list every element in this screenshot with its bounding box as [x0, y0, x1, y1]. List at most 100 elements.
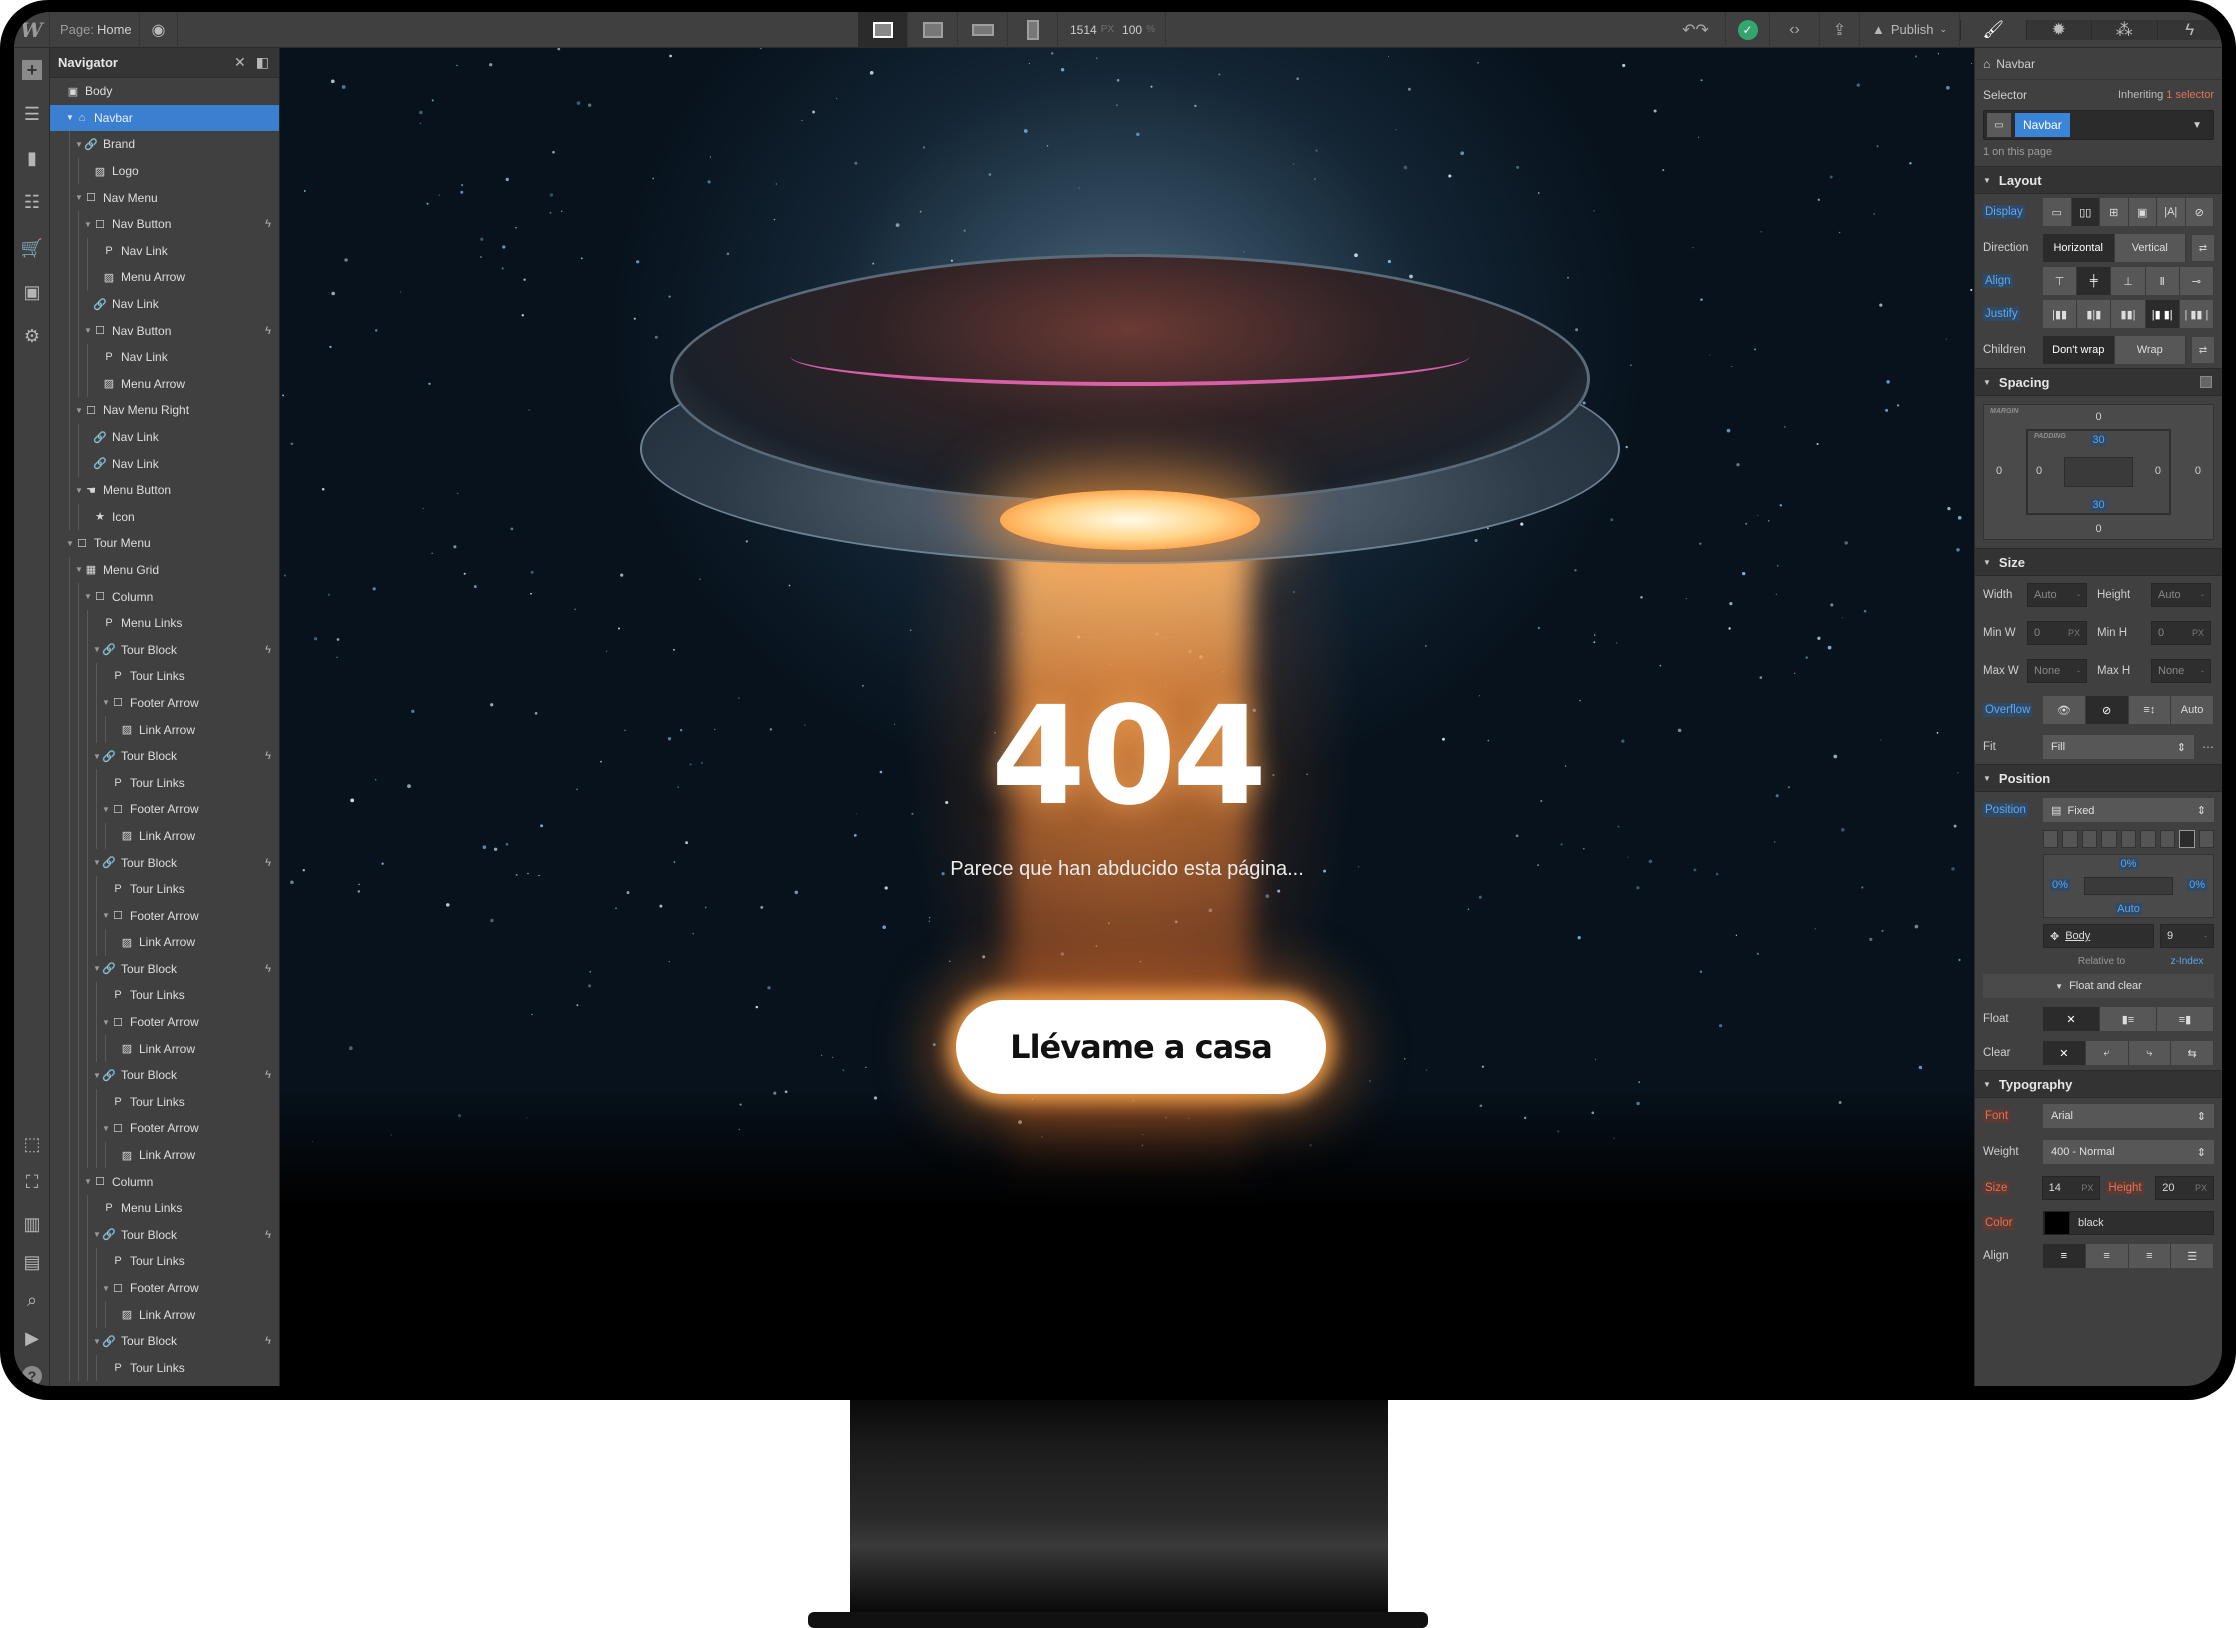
expand-caret-icon[interactable]: ▼: [92, 964, 102, 973]
float-none-button[interactable]: ✕: [2043, 1007, 2100, 1031]
float-right-button[interactable]: ≡▮: [2157, 1007, 2214, 1031]
pages-icon[interactable]: ▮: [14, 142, 50, 174]
navigator-item[interactable]: P Tour Links: [50, 1248, 279, 1275]
expand-caret-icon[interactable]: ▼: [92, 858, 102, 867]
redo-icon[interactable]: ↷: [1696, 20, 1709, 40]
preview-outline-icon[interactable]: ⛶: [14, 1166, 50, 1198]
expand-caret-icon[interactable]: ▼: [101, 1124, 111, 1133]
navigator-item[interactable]: ▨ Menu Arrow: [50, 264, 279, 291]
interaction-bolt-icon[interactable]: ϟ: [265, 1335, 271, 1347]
relative-to-field[interactable]: ✥ Body: [2043, 924, 2154, 948]
navigator-item[interactable]: P Tour Links: [50, 1354, 279, 1382]
tab-settings[interactable]: ✹: [2025, 19, 2091, 40]
navigator-item[interactable]: ▼ 🔗 Tour Block ϟ: [50, 1061, 279, 1089]
preset-top-left[interactable]: [2043, 830, 2059, 848]
more-options-icon[interactable]: ⋯: [2202, 740, 2214, 754]
section-typography[interactable]: ▼ Typography: [1975, 1070, 2222, 1098]
navigator-item[interactable]: P Tour Links: [50, 1088, 279, 1116]
navigator-item[interactable]: ▼ ☐ Footer Arrow: [50, 796, 279, 823]
navigator-item[interactable]: ▼ ☐ Footer Arrow: [50, 689, 279, 717]
navigator-item[interactable]: ▼ ☐ Footer Arrow: [50, 1274, 279, 1302]
device-mobile-portrait-button[interactable]: [1008, 12, 1058, 48]
take-me-home-button[interactable]: Llévame a casa: [956, 1000, 1326, 1094]
section-size[interactable]: ▼ Size: [1975, 548, 2222, 576]
overflow-scroll-button[interactable]: ≡↕: [2128, 696, 2172, 724]
settings-icon[interactable]: ⚙: [14, 320, 50, 352]
height-input[interactable]: Auto -: [2151, 583, 2211, 607]
navigator-item[interactable]: ▼ ☐ Footer Arrow: [50, 902, 279, 929]
justify-start-button[interactable]: |▮▮: [2043, 300, 2078, 328]
align-right-button[interactable]: ≡: [2128, 1244, 2172, 1268]
line-height-input[interactable]: 20 PX: [2155, 1176, 2215, 1200]
justify-space-between-button[interactable]: |▮ ▮|: [2145, 300, 2180, 328]
expand-caret-icon[interactable]: ▼: [83, 1177, 93, 1186]
clear-right-button[interactable]: ⤷: [2128, 1041, 2172, 1065]
navigator-item[interactable]: ▨ Link Arrow: [50, 822, 279, 850]
expand-caret-icon[interactable]: ▼: [65, 113, 75, 122]
share-button[interactable]: ⇪: [1820, 12, 1860, 48]
overflow-hidden-button[interactable]: ⊘: [2085, 696, 2129, 724]
help-icon[interactable]: ?: [14, 1360, 50, 1386]
font-size-input[interactable]: 14 PX: [2041, 1176, 2101, 1200]
no-wrap-button[interactable]: Don't wrap: [2043, 336, 2115, 364]
page-selector[interactable]: Page: Home: [50, 12, 140, 48]
interaction-bolt-icon[interactable]: ϟ: [265, 325, 271, 337]
font-select[interactable]: Arial ⇕: [2043, 1104, 2214, 1128]
margin-left[interactable]: 0: [1996, 465, 2002, 477]
selector-dropdown-icon[interactable]: ▼: [2192, 120, 2202, 131]
navigator-item[interactable]: ▼ ☐ Nav Menu: [50, 184, 279, 211]
display-grid-button[interactable]: ⊞: [2100, 198, 2129, 226]
tab-interactions[interactable]: ϟ: [2156, 19, 2222, 40]
navigator-item[interactable]: ▨ Link Arrow: [50, 929, 279, 956]
preset-bottom-left[interactable]: [2081, 830, 2098, 848]
navigator-item[interactable]: ▼ 🔗 Tour Block ϟ: [50, 636, 279, 664]
navigator-item[interactable]: P Nav Link: [50, 343, 279, 371]
preset-right[interactable]: [2140, 830, 2156, 848]
direction-horizontal-button[interactable]: Horizontal: [2043, 234, 2115, 262]
code-export-button[interactable]: ‹›: [1770, 12, 1820, 48]
justify-end-button[interactable]: ▮▮|: [2111, 300, 2146, 328]
align-start-button[interactable]: ⊤: [2043, 267, 2078, 295]
layout-preview-icon[interactable]: ▤: [14, 1246, 50, 1278]
display-block-button[interactable]: ▭: [2043, 198, 2072, 226]
expand-caret-icon[interactable]: ▼: [92, 645, 102, 654]
navigator-item[interactable]: ▼ ☐ Column: [50, 1168, 279, 1195]
navigator-item[interactable]: P Tour Links: [50, 875, 279, 903]
wrap-button[interactable]: Wrap: [2114, 336, 2186, 364]
navigator-item[interactable]: ▨ Menu Arrow: [50, 370, 279, 398]
reverse-direction-icon[interactable]: ⇄: [2192, 235, 2214, 261]
expand-caret-icon[interactable]: ▼: [92, 1337, 102, 1346]
preview-eye-icon[interactable]: ◉: [140, 12, 178, 48]
select-element-icon[interactable]: ⬚: [14, 1128, 50, 1160]
navigator-item[interactable]: ▼ ⌂ Navbar: [50, 104, 279, 132]
max-height-input[interactable]: None -: [2151, 659, 2211, 683]
overflow-auto-button[interactable]: Auto: [2171, 696, 2214, 724]
clear-left-button[interactable]: ⤶: [2085, 1041, 2129, 1065]
offset-right[interactable]: 0%: [2187, 879, 2207, 891]
display-inline-block-button[interactable]: ▣: [2128, 198, 2157, 226]
min-height-input[interactable]: 0 PX: [2151, 621, 2211, 645]
navigator-item[interactable]: P Menu Links: [50, 1194, 279, 1222]
align-center-button[interactable]: ╪: [2077, 267, 2112, 295]
interaction-bolt-icon[interactable]: ϟ: [265, 644, 271, 656]
navigator-item[interactable]: P Tour Links: [50, 982, 279, 1009]
navigator-item[interactable]: ▨ Link Arrow: [50, 1301, 279, 1328]
navigator-item[interactable]: ▼ ☐ Footer Arrow: [50, 1008, 279, 1036]
device-desktop-button[interactable]: [858, 12, 908, 48]
expand-caret-icon[interactable]: ▼: [101, 1018, 111, 1027]
element-breadcrumb[interactable]: ⌂ Navbar: [1975, 48, 2222, 80]
undo-redo-buttons[interactable]: ↶ ↷: [1666, 12, 1726, 48]
navigator-item[interactable]: ▼ ☐ Column: [50, 583, 279, 610]
align-center-text-button[interactable]: ≡: [2085, 1244, 2129, 1268]
padding-top[interactable]: 30: [2090, 434, 2107, 446]
justify-center-button[interactable]: ▮|▮: [2077, 300, 2112, 328]
align-left-button[interactable]: ≡: [2043, 1244, 2086, 1268]
expand-caret-icon[interactable]: ▼: [74, 565, 84, 574]
padding-left[interactable]: 0: [2036, 465, 2042, 477]
expand-caret-icon[interactable]: ▼: [101, 911, 111, 920]
padding-bottom[interactable]: 30: [2090, 499, 2107, 511]
navigator-item[interactable]: ▼ ☐ Nav Button ϟ: [50, 210, 279, 238]
device-mobile-landscape-button[interactable]: [958, 12, 1008, 48]
preset-bottom[interactable]: [2159, 830, 2176, 848]
expand-caret-icon[interactable]: ▼: [74, 140, 84, 149]
